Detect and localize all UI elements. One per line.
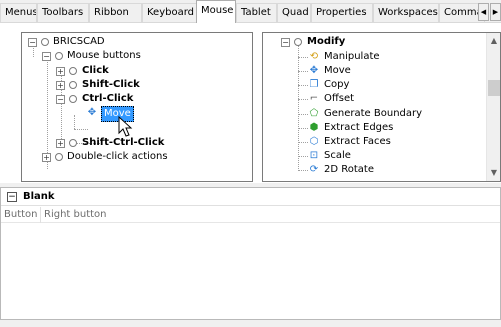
- command-item[interactable]: ✥ Move: [263, 64, 483, 78]
- tab-quad[interactable]: Quad: [277, 3, 311, 22]
- tree-node-mouse-buttons[interactable]: − Mouse buttons: [22, 49, 242, 63]
- collapse-icon[interactable]: −: [28, 38, 37, 47]
- scroll-down-icon[interactable]: ▼: [487, 166, 500, 180]
- group-header-blank[interactable]: − Blank: [1, 188, 500, 206]
- commands-tree[interactable]: − Modify ⟲ Manipulate ✥ Move ❐ Copy ⌐ Of…: [262, 32, 501, 182]
- tab-ribbon[interactable]: Ribbon: [89, 3, 142, 22]
- command-item[interactable]: ⟲ Manipulate: [263, 50, 483, 64]
- property-value[interactable]: Right button: [41, 207, 500, 223]
- mouse-actions-tree[interactable]: − BRICSCAD − Mouse buttons + Click + Shi…: [21, 32, 253, 182]
- tab-toolbars[interactable]: Toolbars: [37, 3, 89, 22]
- tree-node-double-click-actions[interactable]: + Double-click actions: [22, 150, 242, 164]
- tab-menus[interactable]: Menus: [0, 3, 37, 22]
- node-circle-icon: [55, 52, 63, 60]
- property-name: Button: [1, 207, 41, 223]
- tree-node-bricscad[interactable]: − BRICSCAD: [22, 35, 242, 49]
- command-item[interactable]: ⬢ Extract Edges: [263, 121, 483, 135]
- mouse-cursor-icon: [118, 116, 133, 137]
- expand-icon[interactable]: +: [56, 139, 65, 148]
- group-title: Blank: [23, 191, 55, 202]
- node-circle-icon: [294, 38, 302, 46]
- boundary-icon: ⬠: [309, 108, 319, 119]
- node-circle-icon: [69, 67, 77, 75]
- node-circle-icon: [41, 38, 49, 46]
- table-row[interactable]: Button Right button: [1, 207, 500, 223]
- node-circle-icon: [55, 153, 63, 161]
- manipulate-icon: ⟲: [309, 51, 319, 62]
- tab-scroll-right-button[interactable]: ▶: [490, 3, 501, 21]
- collapse-icon[interactable]: −: [281, 38, 290, 47]
- tab-keyboard[interactable]: Keyboard: [142, 3, 197, 22]
- node-circle-icon: [69, 95, 77, 103]
- tab-scroll-left-button[interactable]: ◀: [478, 3, 489, 21]
- tree-node-click[interactable]: + Click: [22, 64, 242, 78]
- tab-workspaces[interactable]: Workspaces: [373, 3, 439, 22]
- command-item[interactable]: ⊡ Scale: [263, 149, 483, 163]
- command-item[interactable]: ⟳ 2D Rotate: [263, 163, 483, 177]
- scroll-up-icon[interactable]: ▲: [487, 34, 500, 48]
- node-circle-icon: [69, 81, 77, 89]
- collapse-icon[interactable]: −: [42, 52, 51, 61]
- chevron-left-icon: ◀: [480, 8, 487, 16]
- tab-properties[interactable]: Properties: [311, 3, 373, 22]
- expand-icon[interactable]: +: [42, 153, 51, 162]
- command-item[interactable]: ❐ Copy: [263, 78, 483, 92]
- collapse-icon[interactable]: −: [56, 95, 65, 104]
- collapse-icon[interactable]: −: [7, 192, 17, 202]
- command-item[interactable]: ⬠ Generate Boundary: [263, 107, 483, 121]
- chevron-right-icon: ▶: [492, 8, 499, 16]
- tab-mouse[interactable]: Mouse: [196, 0, 236, 23]
- command-item[interactable]: ⌐ Offset: [263, 92, 483, 106]
- offset-icon: ⌐: [309, 93, 319, 104]
- copy-icon: ❐: [309, 79, 319, 90]
- rotate-icon: ⟳: [309, 164, 319, 175]
- expand-icon[interactable]: +: [56, 67, 65, 76]
- command-item[interactable]: ⬡ Extract Faces: [263, 135, 483, 149]
- expand-icon[interactable]: +: [56, 81, 65, 90]
- tree-node-ctrl-click[interactable]: − Ctrl-Click: [22, 92, 242, 106]
- move-icon: ✥: [309, 65, 319, 76]
- scrollbar-thumb[interactable]: [488, 80, 500, 96]
- tree-node-shift-ctrl-click[interactable]: + Shift-Ctrl-Click: [22, 136, 242, 150]
- commands-tree-scrollbar[interactable]: ▲ ▼: [486, 33, 500, 181]
- scale-icon: ⊡: [309, 150, 319, 161]
- extract-edges-icon: ⬢: [309, 122, 319, 133]
- tab-strip: Menus Toolbars Ribbon Keyboard Mouse Tab…: [0, 0, 501, 23]
- mouse-panel: − BRICSCAD − Mouse buttons + Click + Shi…: [0, 22, 501, 183]
- bottom-strip: [0, 320, 501, 327]
- extract-faces-icon: ⬡: [309, 136, 319, 147]
- tree-node-modify[interactable]: − Modify: [263, 35, 483, 49]
- tab-tablet[interactable]: Tablet: [236, 3, 277, 22]
- node-circle-icon: [69, 139, 77, 147]
- move-icon: ✥: [87, 107, 97, 118]
- tree-node-shift-click[interactable]: + Shift-Click: [22, 78, 242, 92]
- properties-grid: − Blank Button Right button: [0, 187, 501, 320]
